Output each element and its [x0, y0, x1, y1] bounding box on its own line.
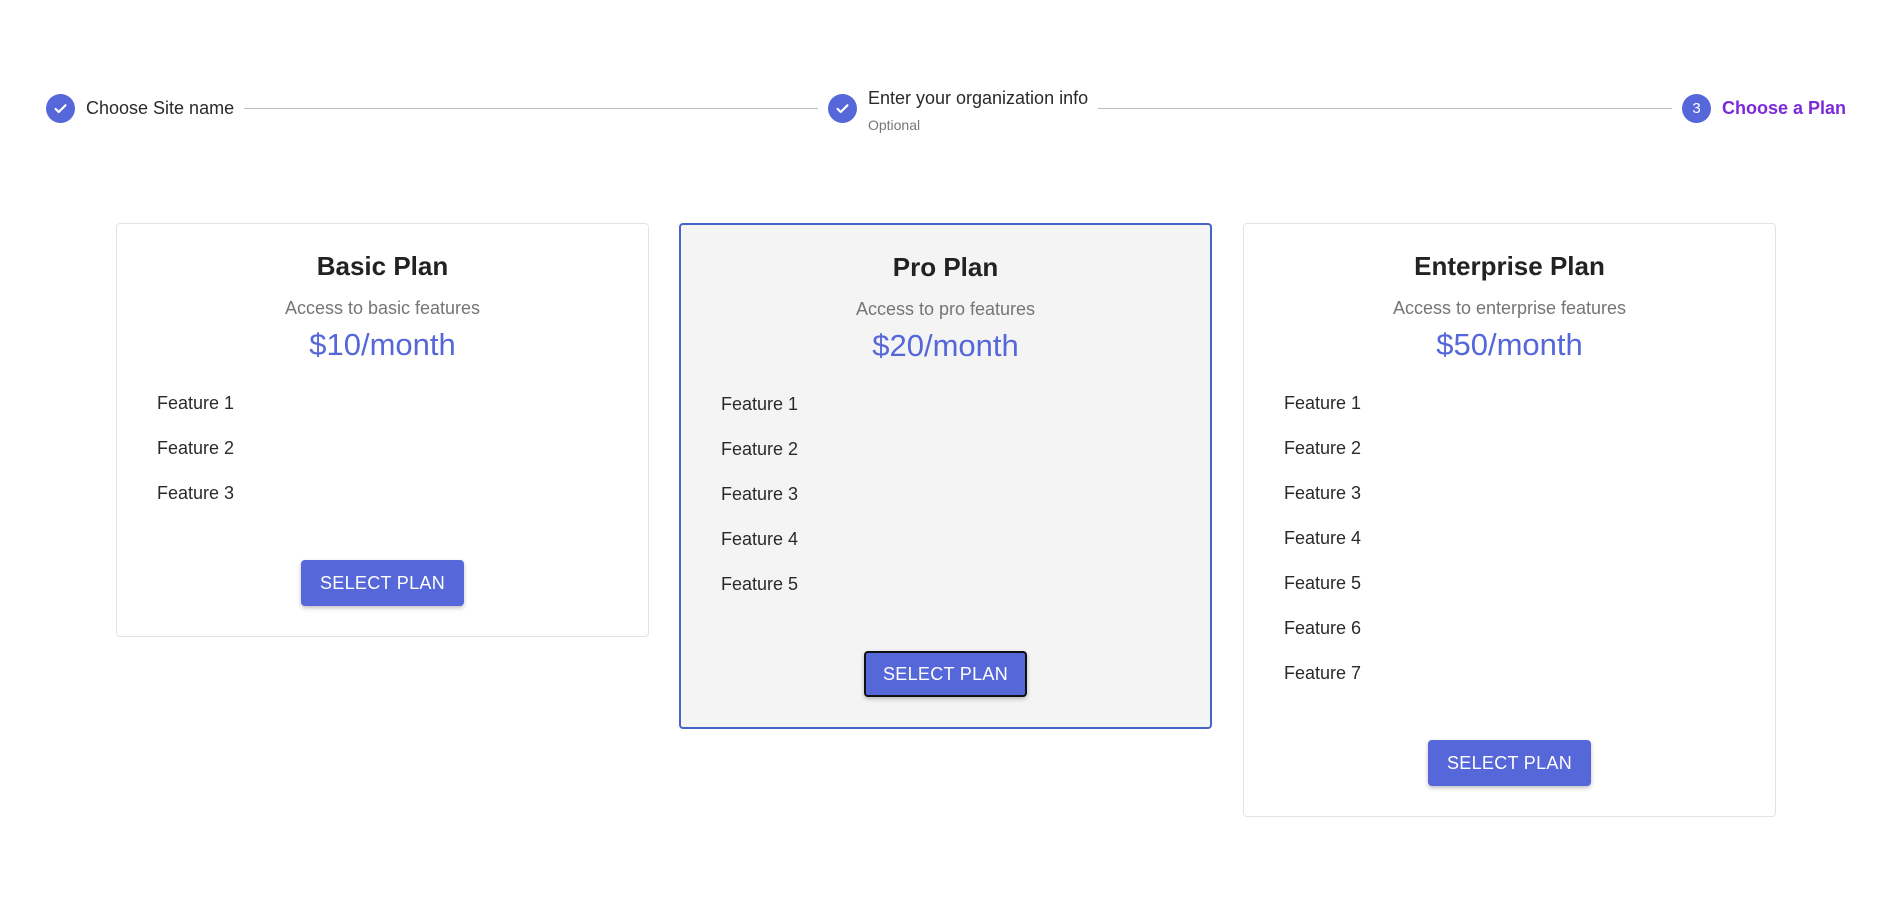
feature-item: Feature 2 — [157, 438, 235, 458]
plan-description: Access to basic features — [284, 298, 481, 318]
feature-item: Feature 2 — [721, 439, 799, 459]
step-number-badge: 3 — [1681, 93, 1711, 123]
feature-item: Feature 3 — [1284, 483, 1362, 503]
feature-item: Feature 2 — [1284, 438, 1362, 458]
plan-price: $10/month — [309, 327, 456, 362]
plan-price: $20/month — [872, 328, 1019, 363]
step-completed-check-icon — [46, 93, 75, 123]
select-plan-button-pro[interactable]: SELECT PLAN — [864, 651, 1027, 697]
select-plan-button-basic[interactable]: SELECT PLAN — [301, 560, 464, 606]
step-optional-caption: Optional — [867, 116, 921, 133]
feature-item: Feature 5 — [721, 574, 799, 594]
feature-item: Feature 3 — [157, 483, 235, 503]
plan-description: Access to pro features — [855, 299, 1036, 319]
feature-item: Feature 1 — [721, 394, 799, 414]
stepper: Choose Site name Enter your organization… — [46, 84, 1847, 133]
plan-card-enterprise: Enterprise Plan Access to enterprise fea… — [1243, 223, 1776, 817]
feature-list: Feature 1 Feature 2 Feature 3 Feature 4 … — [681, 382, 1210, 607]
plan-title: Enterprise Plan — [1414, 251, 1605, 281]
plan-title: Pro Plan — [892, 252, 999, 282]
feature-item: Feature 1 — [157, 393, 235, 413]
feature-item: Feature 1 — [1284, 393, 1362, 413]
plan-title: Basic Plan — [316, 251, 449, 281]
step-completed-check-icon — [827, 93, 857, 123]
feature-item: Feature 4 — [721, 529, 799, 549]
step-choose-site-name[interactable]: Choose Site name — [46, 93, 235, 123]
step-organization-info[interactable]: Enter your organization info Optional — [827, 84, 1089, 133]
step-label: Enter your organization info — [867, 87, 1089, 108]
plan-card-pro: Pro Plan Access to pro features $20/mont… — [679, 223, 1212, 729]
step-connector — [1098, 107, 1672, 109]
plan-price: $50/month — [1436, 327, 1583, 362]
step-connector — [244, 107, 818, 109]
feature-item: Feature 5 — [1284, 573, 1362, 593]
select-plan-button-enterprise[interactable]: SELECT PLAN — [1428, 740, 1591, 786]
plan-card-basic: Basic Plan Access to basic features $10/… — [116, 223, 649, 637]
step-label: Choose Site name — [86, 97, 235, 118]
feature-list: Feature 1 Feature 2 Feature 3 Feature 4 … — [1244, 381, 1775, 696]
feature-item: Feature 4 — [1284, 528, 1362, 548]
step-choose-plan[interactable]: 3 Choose a Plan — [1681, 93, 1847, 123]
feature-item: Feature 6 — [1284, 618, 1362, 638]
feature-item: Feature 7 — [1284, 663, 1362, 683]
step-label: Choose a Plan — [1721, 97, 1847, 118]
feature-item: Feature 3 — [721, 484, 799, 504]
feature-list: Feature 1 Feature 2 Feature 3 — [117, 381, 648, 516]
plan-description: Access to enterprise features — [1392, 298, 1627, 318]
